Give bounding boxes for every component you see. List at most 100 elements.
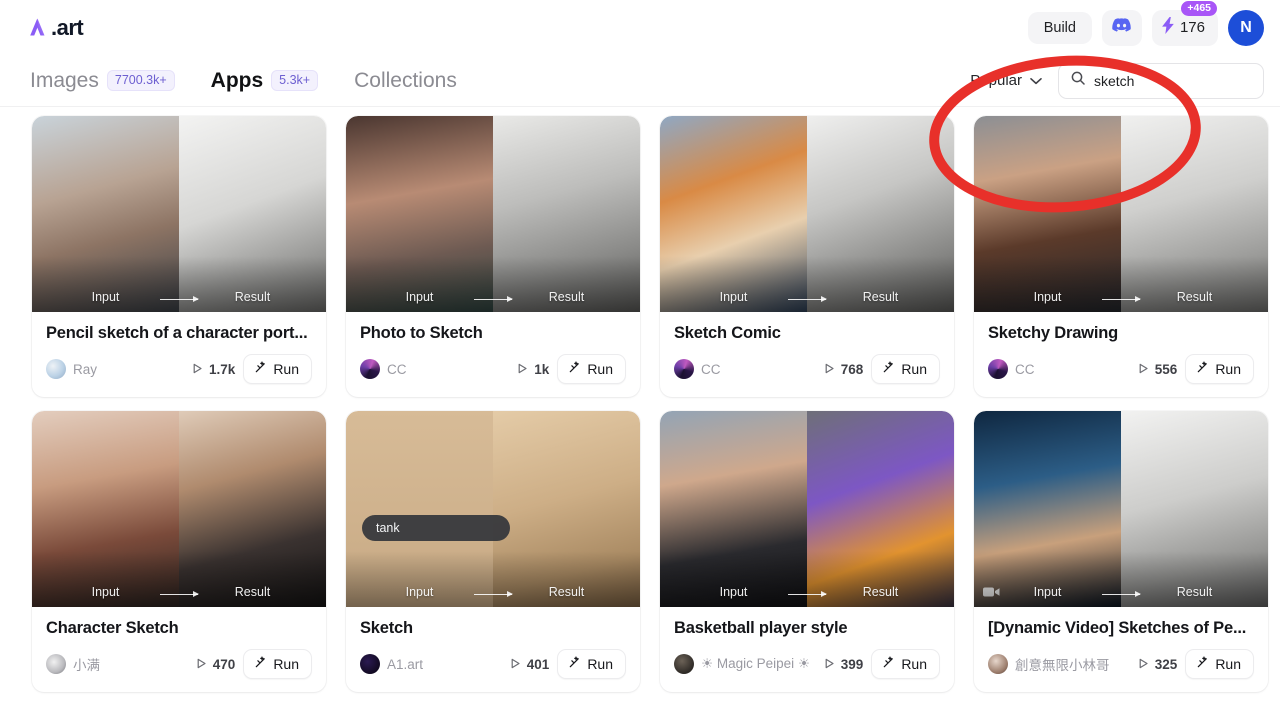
app-card[interactable]: Input Result Basketball player style ☀ M… bbox=[660, 411, 954, 692]
tab-collections[interactable]: Collections bbox=[354, 69, 457, 93]
category-nav: Images 7700.3k+ Apps 5.3k+ Collections P… bbox=[0, 55, 1280, 107]
discord-button[interactable] bbox=[1101, 9, 1142, 46]
card-preview-image[interactable]: Input Result bbox=[32, 116, 326, 312]
card-input-label: Input bbox=[1033, 585, 1062, 599]
run-button[interactable]: Run bbox=[1185, 354, 1254, 384]
search-icon bbox=[1071, 71, 1085, 90]
a1-art-logo-icon bbox=[24, 15, 50, 41]
app-card[interactable]: Input Result Pencil sketch of a characte… bbox=[32, 116, 326, 397]
card-run-count-value: 556 bbox=[1154, 361, 1178, 377]
card-run-count: 399 bbox=[824, 657, 863, 672]
run-button-label: Run bbox=[901, 656, 927, 672]
avatar bbox=[988, 359, 1008, 379]
play-triangle-icon bbox=[1138, 657, 1149, 672]
card-meta: CC 768 Run bbox=[674, 354, 940, 384]
card-run-count-value: 470 bbox=[212, 656, 236, 672]
card-run-count: 1.7k bbox=[192, 362, 235, 377]
play-triangle-icon bbox=[192, 362, 203, 377]
card-preview-image[interactable]: Input Result bbox=[974, 411, 1268, 607]
credits-count: 176 bbox=[1179, 19, 1205, 36]
chevron-down-icon bbox=[1030, 72, 1042, 89]
tab-images-count: 7700.3k+ bbox=[106, 70, 175, 91]
card-author[interactable]: CC bbox=[674, 359, 721, 379]
avatar bbox=[46, 359, 66, 379]
card-author-name: ☀ Magic Peipei ☀ bbox=[701, 656, 810, 671]
run-button[interactable]: Run bbox=[871, 649, 940, 679]
tab-apps-label: Apps bbox=[210, 68, 264, 92]
avatar bbox=[360, 359, 380, 379]
run-button[interactable]: Run bbox=[243, 649, 312, 679]
play-triangle-icon bbox=[510, 657, 521, 672]
card-author-name: 創意無限小林哥 bbox=[1015, 658, 1110, 673]
app-logo[interactable]: .art bbox=[24, 15, 84, 41]
transform-arrow-icon bbox=[788, 591, 827, 596]
card-author[interactable]: A1.art bbox=[360, 654, 423, 674]
run-button-label: Run bbox=[273, 361, 299, 377]
run-button[interactable]: Run bbox=[871, 354, 940, 384]
card-preview-image[interactable]: Input Result bbox=[660, 116, 954, 312]
card-preview-image[interactable]: Input Result bbox=[660, 411, 954, 607]
app-card[interactable]: Input Result Photo to Sketch CC 1k Run bbox=[346, 116, 640, 397]
card-author[interactable]: Ray bbox=[46, 359, 97, 379]
card-title[interactable]: Basketball player style bbox=[674, 619, 940, 638]
app-card[interactable]: Input Result [Dynamic Video] Sketches of… bbox=[974, 411, 1268, 692]
card-author[interactable]: CC bbox=[988, 359, 1035, 379]
card-preview-image[interactable]: tank Input Result bbox=[346, 411, 640, 607]
run-button[interactable]: Run bbox=[243, 354, 312, 384]
card-body: Character Sketch 小满 470 Run bbox=[32, 607, 326, 692]
transform-arrow-icon bbox=[160, 591, 199, 596]
credits-button[interactable]: 176 +465 bbox=[1151, 0, 1218, 46]
app-card[interactable]: Input Result Character Sketch 小满 470 Run bbox=[32, 411, 326, 692]
magic-wand-icon bbox=[254, 656, 267, 672]
search-input[interactable]: sketch bbox=[1058, 62, 1264, 99]
card-author[interactable]: CC bbox=[360, 359, 407, 379]
card-title[interactable]: Pencil sketch of a character port... bbox=[46, 324, 312, 343]
card-author[interactable]: 小满 bbox=[46, 654, 100, 674]
run-button[interactable]: Run bbox=[557, 354, 626, 384]
card-author[interactable]: ☀ Magic Peipei ☀ bbox=[674, 654, 810, 674]
magic-wand-icon bbox=[882, 361, 895, 377]
card-prompt-pill[interactable]: tank bbox=[362, 515, 510, 541]
card-run-count-value: 1k bbox=[534, 361, 550, 377]
card-title[interactable]: Sketchy Drawing bbox=[988, 324, 1254, 343]
card-image-caption-strip: Input Result bbox=[660, 256, 954, 312]
avatar bbox=[674, 359, 694, 379]
card-title[interactable]: Character Sketch bbox=[46, 619, 312, 638]
card-title[interactable]: Photo to Sketch bbox=[360, 324, 626, 343]
tab-collections-label: Collections bbox=[354, 68, 457, 92]
run-button[interactable]: Run bbox=[557, 649, 626, 679]
user-avatar[interactable]: N bbox=[1228, 9, 1264, 46]
nav-controls: Popular sketch bbox=[968, 62, 1264, 99]
run-button[interactable]: Run bbox=[1185, 649, 1254, 679]
sort-dropdown[interactable]: Popular bbox=[968, 66, 1044, 95]
magic-wand-icon bbox=[568, 361, 581, 377]
card-title[interactable]: [Dynamic Video] Sketches of Pe... bbox=[988, 619, 1254, 638]
card-author[interactable]: 創意無限小林哥 bbox=[988, 654, 1110, 674]
app-card[interactable]: Input Result Sketch Comic CC 768 Run bbox=[660, 116, 954, 397]
card-title[interactable]: Sketch bbox=[360, 619, 626, 638]
card-input-label: Input bbox=[91, 290, 120, 304]
build-button[interactable]: Build bbox=[1027, 11, 1092, 44]
card-image-caption-strip: Input Result bbox=[346, 551, 640, 607]
card-image-caption-strip: Input Result bbox=[32, 256, 326, 312]
card-result-label: Result bbox=[234, 585, 271, 599]
card-preview-image[interactable]: Input Result bbox=[974, 116, 1268, 312]
top-bar-actions: Build 176 +465 N bbox=[1027, 0, 1264, 46]
card-image-caption-strip: Input Result bbox=[660, 551, 954, 607]
run-button-label: Run bbox=[1215, 361, 1241, 377]
card-body: Basketball player style ☀ Magic Peipei ☀… bbox=[660, 607, 954, 692]
card-input-label: Input bbox=[719, 290, 748, 304]
card-preview-image[interactable]: Input Result bbox=[32, 411, 326, 607]
magic-wand-icon bbox=[1196, 656, 1209, 672]
app-card[interactable]: Input Result Sketchy Drawing CC 556 Run bbox=[974, 116, 1268, 397]
card-title[interactable]: Sketch Comic bbox=[674, 324, 940, 343]
card-preview-image[interactable]: Input Result bbox=[346, 116, 640, 312]
tab-images[interactable]: Images 7700.3k+ bbox=[30, 69, 175, 93]
card-author-name: Ray bbox=[73, 361, 98, 377]
sort-dropdown-label: Popular bbox=[970, 72, 1022, 89]
app-card[interactable]: tank Input Result Sketch A1.art 401 Run bbox=[346, 411, 640, 692]
card-body: Pencil sketch of a character port... Ray… bbox=[32, 312, 326, 397]
tab-apps[interactable]: Apps 5.3k+ bbox=[210, 68, 319, 93]
card-body: Sketch Comic CC 768 Run bbox=[660, 312, 954, 397]
avatar bbox=[360, 654, 380, 674]
